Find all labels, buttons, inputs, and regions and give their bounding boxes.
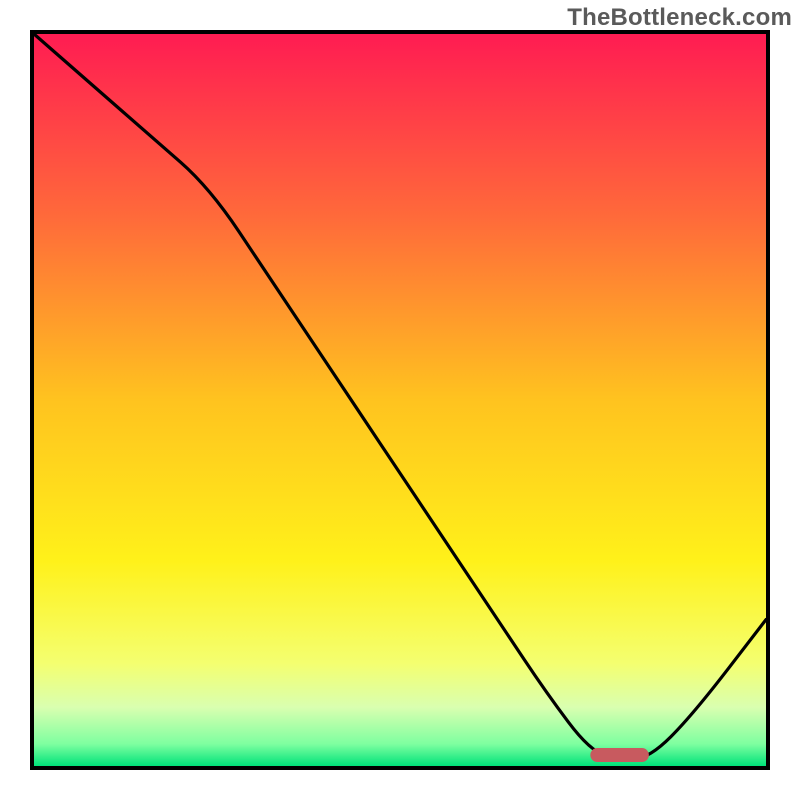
chart-root: TheBottleneck.com: [0, 0, 800, 800]
plot-frame: [30, 30, 770, 770]
optimal-marker: [590, 748, 649, 762]
watermark-text: TheBottleneck.com: [567, 4, 792, 32]
gradient-background: [34, 34, 766, 766]
plot-surface: [34, 34, 766, 766]
